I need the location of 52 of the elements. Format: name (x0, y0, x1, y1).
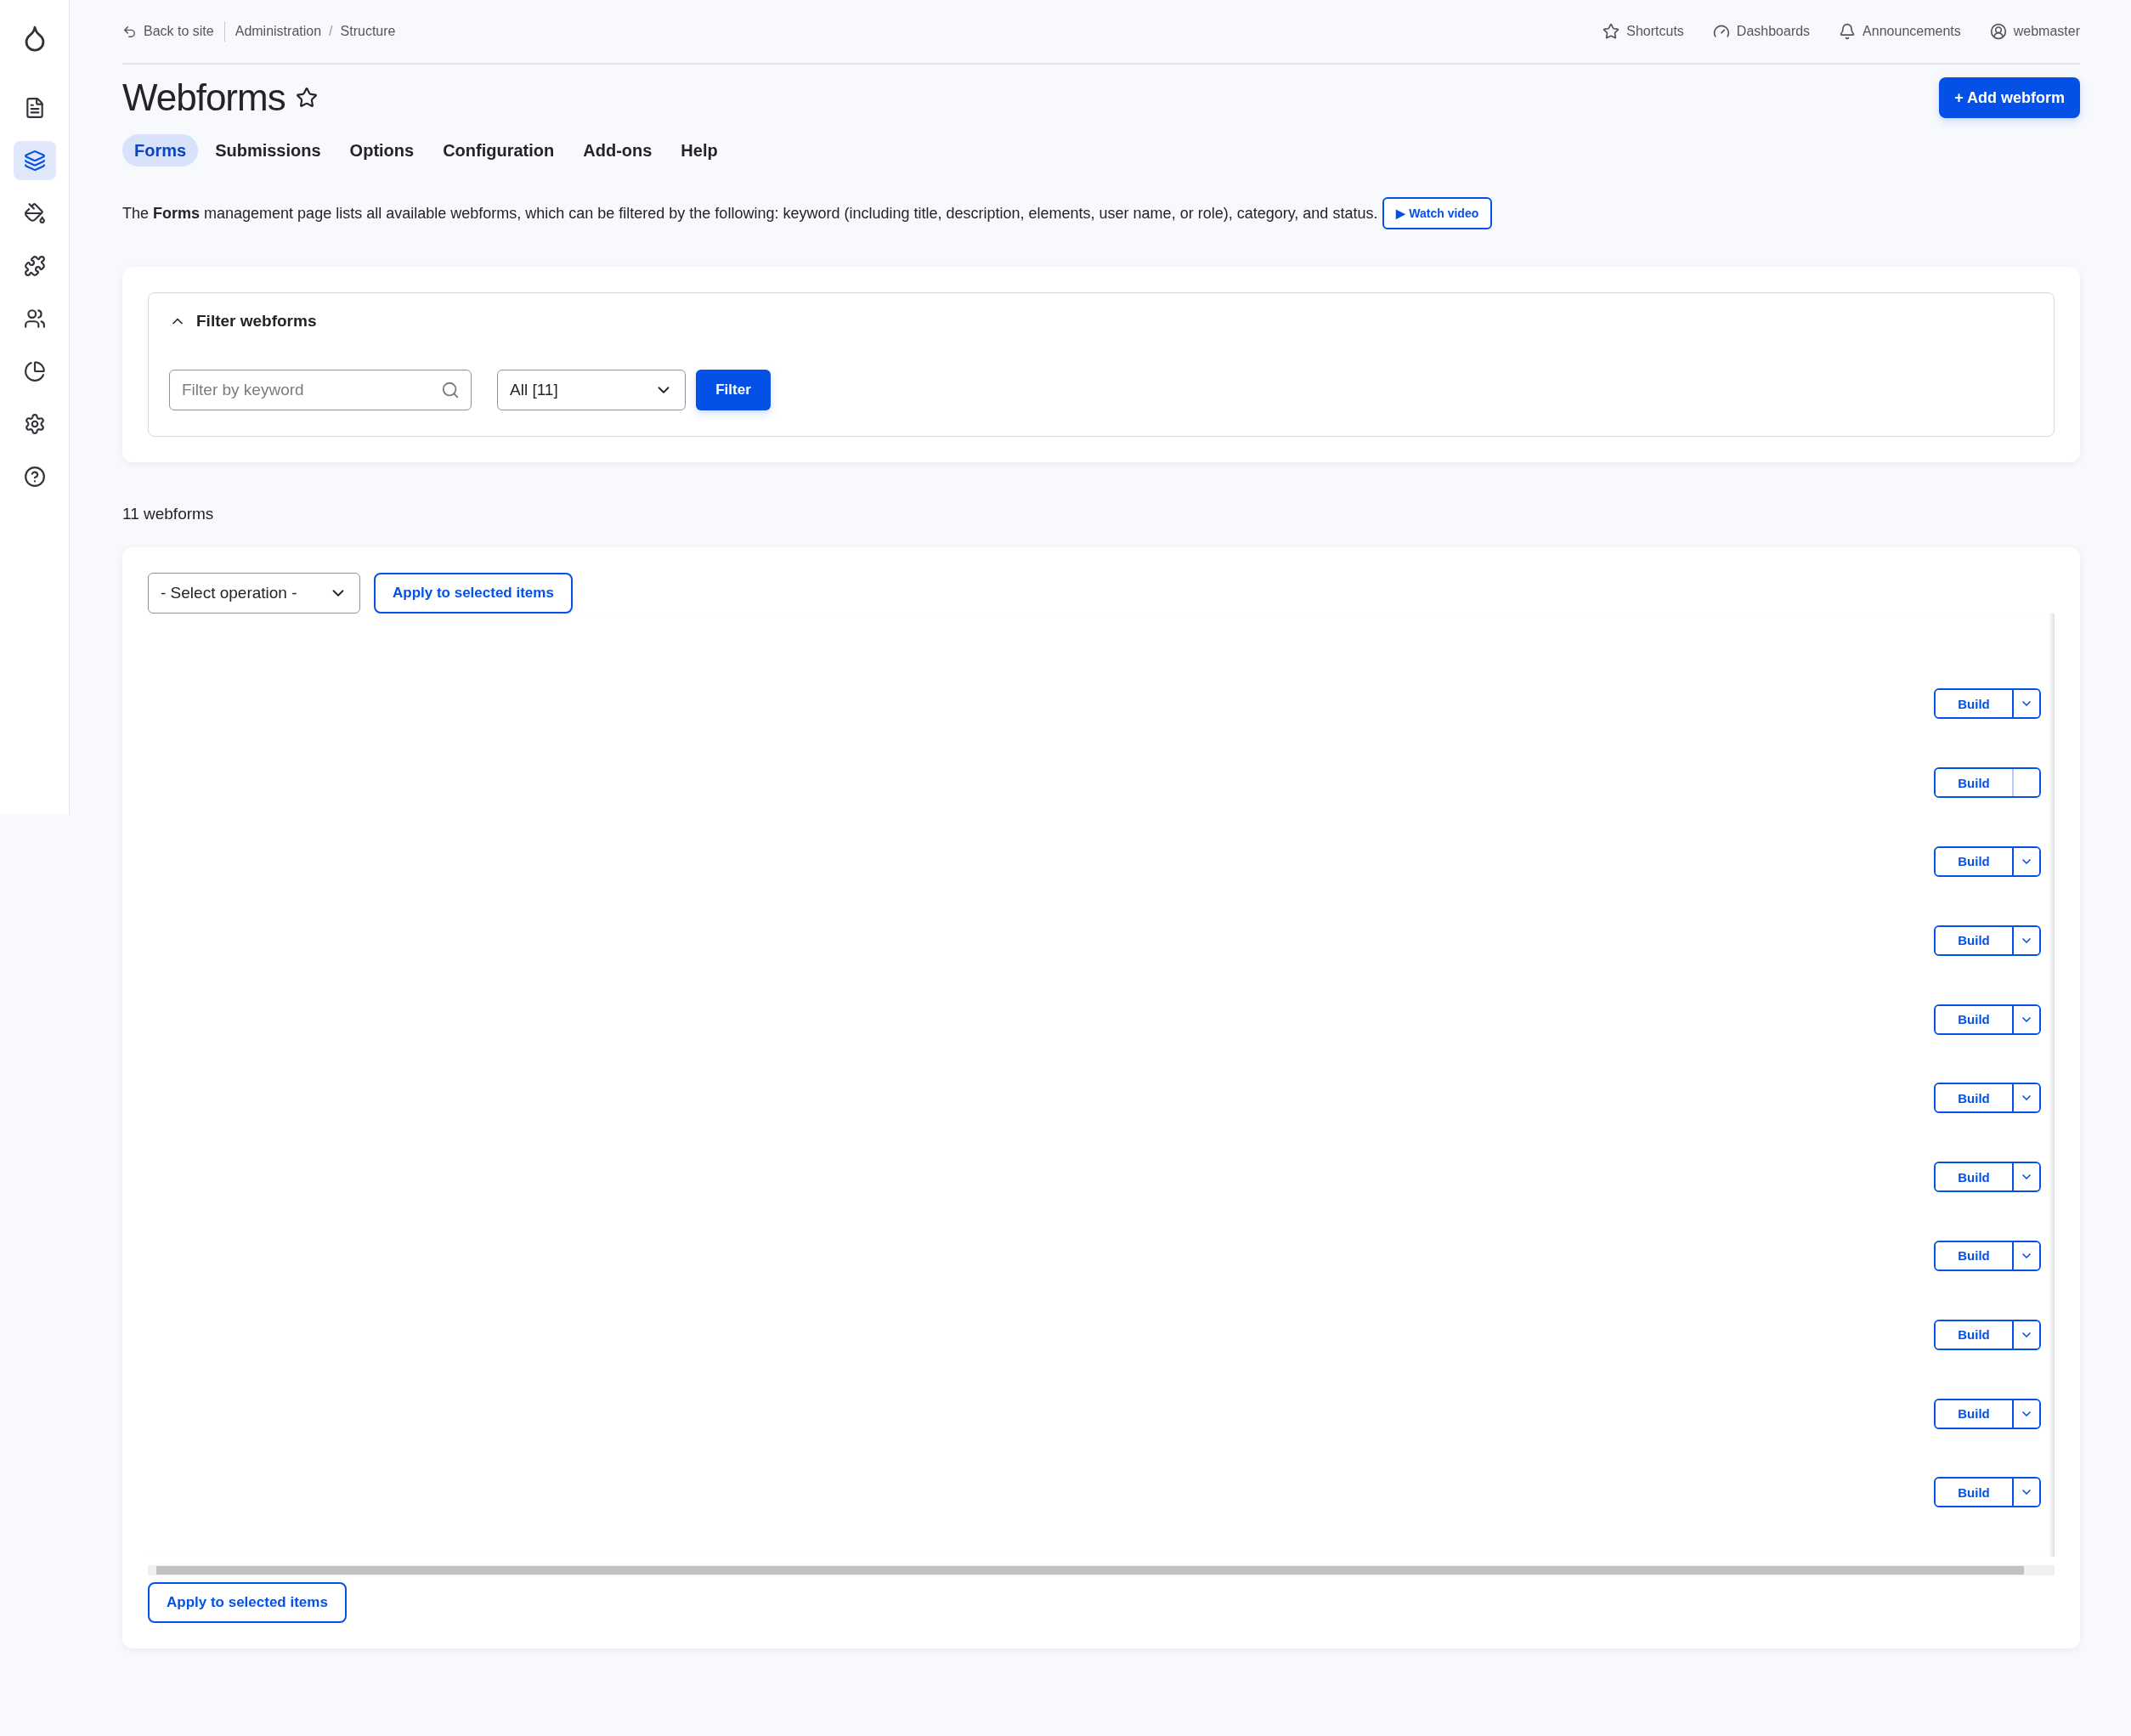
breadcrumb-link[interactable]: Structure (340, 24, 396, 39)
apply-button[interactable]: Apply to selected items (374, 573, 573, 614)
search-icon (441, 381, 460, 399)
help-icon (23, 466, 46, 488)
webform-count: 11 webforms (122, 505, 215, 523)
dropdown-toggle[interactable] (2012, 1163, 2039, 1191)
layers-icon (23, 150, 46, 172)
horizontal-scrollbar[interactable] (148, 1565, 2055, 1575)
toolbar-link[interactable]: Dashboards (1712, 23, 1811, 40)
tab[interactable]: Options (337, 134, 427, 167)
add-webform-button[interactable]: + Add webform (1939, 77, 2080, 118)
dropdown-toggle[interactable] (2012, 1241, 2039, 1269)
gauge-icon (1712, 23, 1730, 40)
star-icon (1602, 23, 1620, 40)
tab[interactable]: Forms (122, 134, 199, 167)
keyword-field[interactable]: Filter by keyword (169, 370, 472, 410)
pie-chart-icon (23, 360, 46, 382)
dropdown-toggle[interactable] (2012, 1084, 2039, 1112)
bell-icon (1839, 23, 1857, 40)
settings-icon (23, 413, 46, 435)
toolbar-link[interactable]: Announcements (1839, 23, 1961, 40)
operation-select[interactable]: - Select operation - (148, 573, 360, 614)
dropdown-toggle[interactable] (2012, 1479, 2039, 1507)
state-select[interactable]: All [11] (497, 370, 686, 410)
back-arrow-icon (122, 24, 137, 39)
tab[interactable]: Submissions (203, 134, 333, 167)
apply-button[interactable]: Apply to selected items (148, 1582, 347, 1623)
tab[interactable]: Help (669, 134, 730, 167)
dropdown-toggle[interactable] (2012, 690, 2039, 718)
toolbar-link[interactable]: Shortcuts (1602, 23, 1684, 40)
dropdown-toggle[interactable] (2012, 926, 2039, 954)
dropdown-toggle[interactable] (2012, 1400, 2039, 1428)
users-icon (23, 308, 46, 330)
star-icon[interactable] (295, 87, 318, 109)
breadcrumb-link[interactable]: Administration (235, 24, 322, 39)
filter-button[interactable]: Filter (696, 370, 771, 410)
filter-toggle[interactable]: Filter webforms (169, 312, 2033, 331)
puzzle-icon (23, 255, 46, 277)
breadcrumb-separator: / (329, 24, 333, 39)
dropdown-toggle[interactable] (2012, 1005, 2039, 1033)
description-text: The Forms management page lists all available webforms, which can be filtered by the following: keyword (including title, description, elements, user name, or role), category, and status. (122, 204, 1378, 223)
user-icon (1989, 23, 2007, 40)
filter-title: Filter webforms (196, 312, 317, 331)
dropdown-toggle[interactable] (2012, 1320, 2039, 1349)
watch-video-button[interactable]: ▶ Watch video (1382, 197, 1493, 229)
toolbar-link[interactable]: webmaster (1989, 23, 2080, 40)
back-to-site-link[interactable]: Back to site (122, 24, 214, 39)
page-title: Webforms (122, 76, 285, 119)
tab[interactable]: Configuration (431, 134, 567, 167)
dropdown-toggle[interactable] (2012, 848, 2039, 875)
tab[interactable]: Add-ons (571, 134, 664, 167)
sidebar-item[interactable] (13, 141, 56, 180)
